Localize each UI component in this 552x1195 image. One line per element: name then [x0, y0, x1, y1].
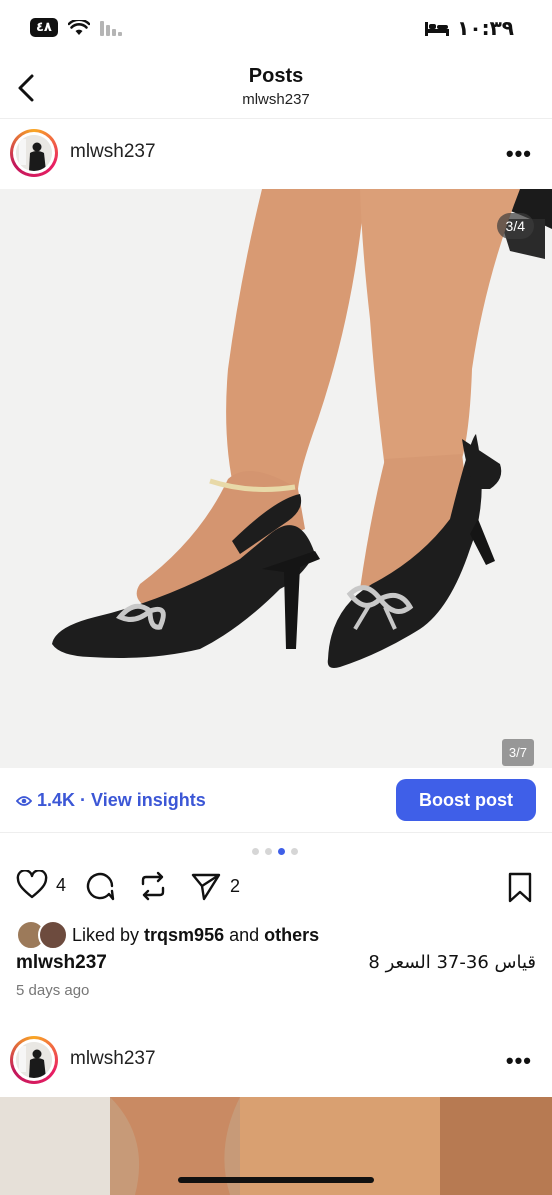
post-image[interactable]: 3/4 3/7: [0, 189, 552, 768]
carousel-dot: [265, 848, 272, 855]
battery-indicator: ٤٨: [30, 18, 58, 37]
insights-bar: 1.4K · View insights Boost post: [0, 768, 552, 833]
liked-by-mid: and: [224, 924, 265, 945]
more-options-icon[interactable]: •••: [506, 1048, 532, 1074]
like-action[interactable]: 4: [16, 870, 66, 900]
likes-count: 4: [56, 874, 67, 895]
next-post-header: mlwsh237 •••: [0, 1026, 552, 1094]
boost-post-button[interactable]: Boost post: [396, 779, 536, 821]
avatar-image: [16, 1042, 52, 1078]
image-counter: 3/7: [501, 739, 534, 766]
carousel-dot: [291, 848, 298, 855]
avatar[interactable]: [10, 1036, 58, 1084]
shoes-photo: [0, 189, 552, 768]
heart-icon[interactable]: [16, 870, 48, 900]
caption-text: قياس 36-37 السعر 8: [368, 952, 536, 973]
liked-by[interactable]: Liked by trqsm956 and others: [16, 920, 319, 950]
carousel-dots: [252, 848, 298, 855]
sleep-bed-icon: [425, 22, 450, 36]
bookmark-icon[interactable]: [506, 872, 534, 904]
wifi-icon: [67, 19, 90, 35]
liker-avatar: [38, 920, 68, 950]
clock: ١٠:٣٩: [457, 16, 514, 40]
avatar[interactable]: [10, 129, 58, 177]
post-header: mlwsh237 •••: [0, 119, 552, 187]
home-indicator[interactable]: [178, 1177, 374, 1183]
page-subtitle: mlwsh237: [242, 91, 310, 108]
share-action[interactable]: 2: [190, 870, 240, 902]
comment-action[interactable]: [84, 870, 116, 902]
repost-action[interactable]: [138, 870, 168, 902]
page-title: Posts: [248, 65, 304, 87]
liked-by-others[interactable]: others: [264, 925, 319, 946]
more-options-icon[interactable]: •••: [506, 141, 532, 167]
views-count: 1.4K: [37, 790, 76, 810]
status-bar: ٤٨ ١٠:٣٩: [0, 0, 552, 60]
send-icon[interactable]: [190, 870, 222, 902]
repost-icon[interactable]: [138, 870, 168, 902]
liked-by-user[interactable]: trqsm956: [144, 925, 224, 946]
shares-count: 2: [230, 875, 241, 896]
post-username[interactable]: mlwsh237: [70, 141, 156, 163]
carousel-dot: [252, 848, 259, 855]
post-username[interactable]: mlwsh237: [70, 1048, 156, 1070]
view-insights-link[interactable]: 1.4K · View insights: [16, 790, 206, 811]
carousel-dot-active: [278, 848, 285, 855]
page-header: Posts mlwsh237: [0, 60, 552, 119]
carousel-counter: 3/4: [496, 213, 534, 239]
eye-icon: [16, 795, 32, 806]
comment-icon[interactable]: [84, 870, 116, 902]
view-insights-label: · View insights: [80, 790, 206, 810]
liked-by-prefix: Liked by: [72, 924, 145, 945]
avatar-image: [16, 135, 52, 171]
caption-username[interactable]: mlwsh237: [16, 952, 107, 974]
post-timestamp: 5 days ago: [16, 982, 90, 999]
post-actions: 4 2: [0, 870, 552, 906]
signal-icon: [99, 20, 122, 36]
